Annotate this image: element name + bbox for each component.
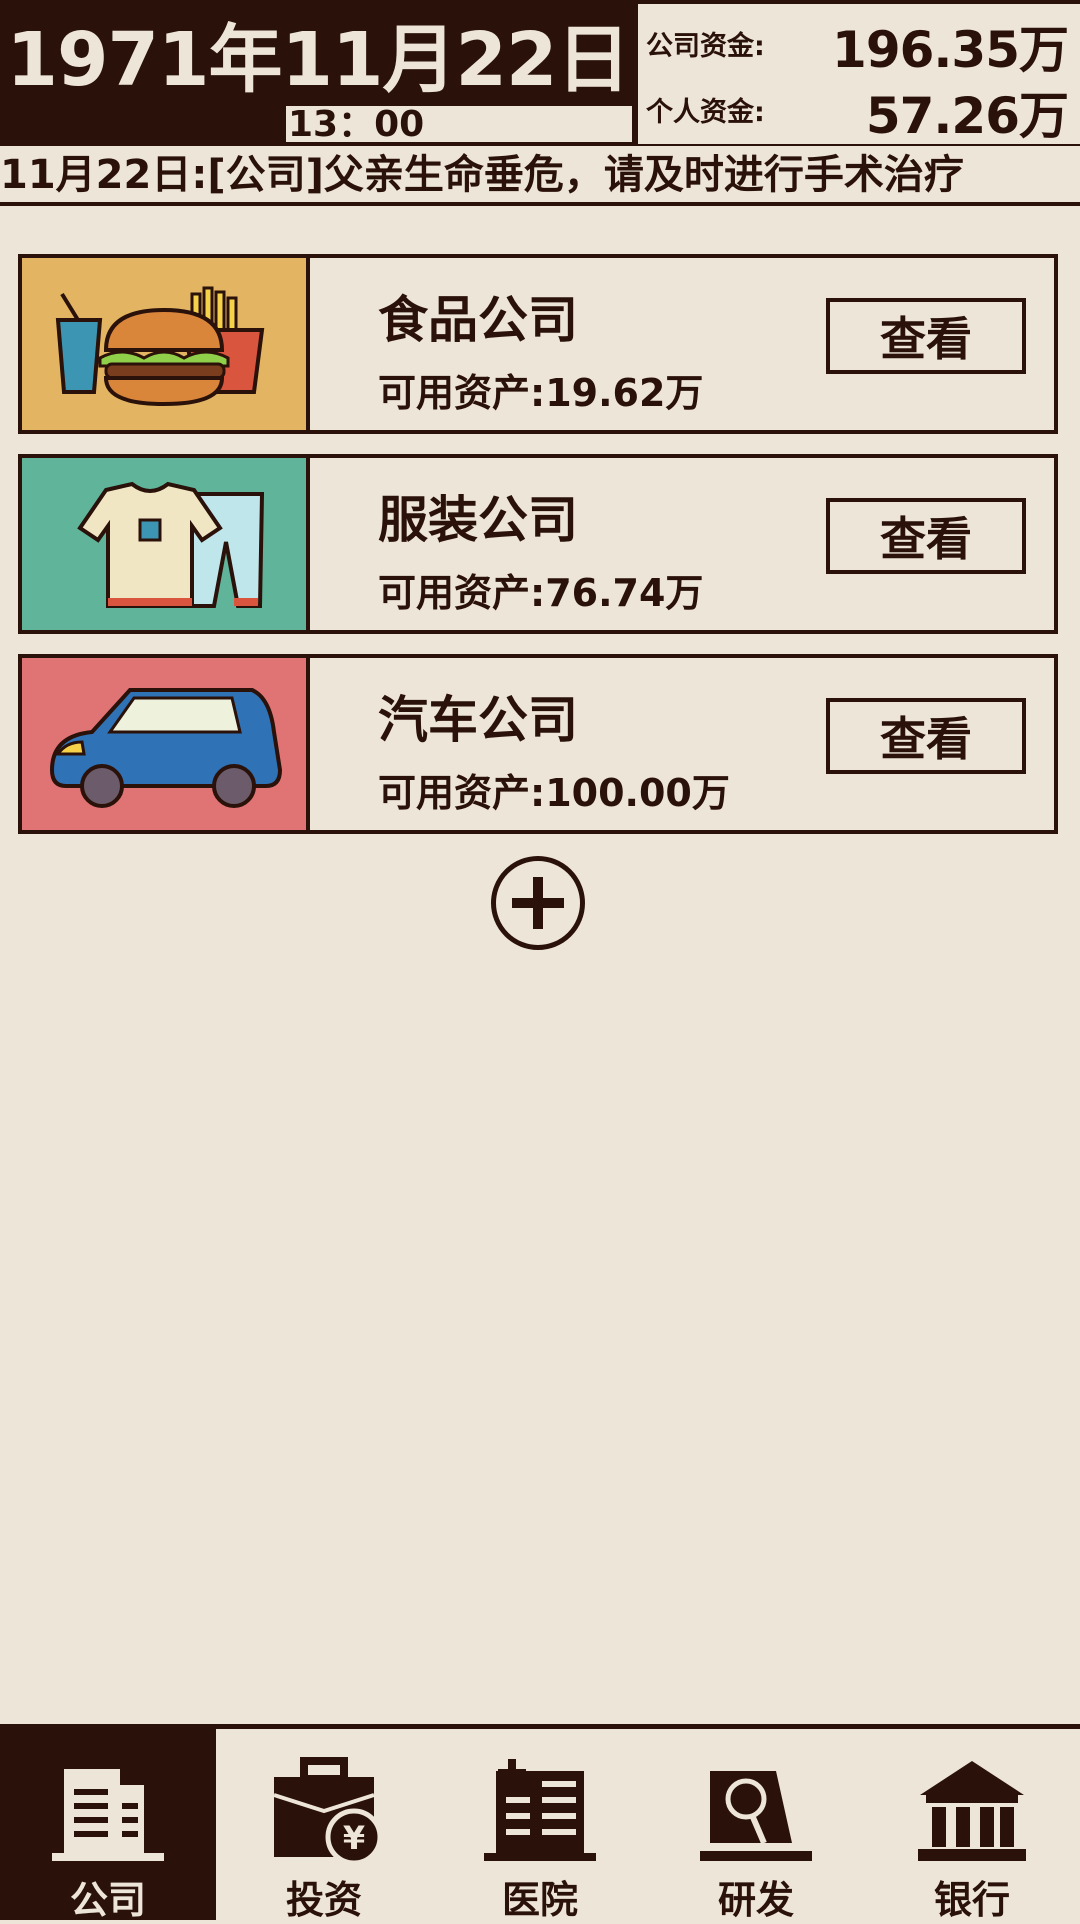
nav-item-hospital[interactable]: 医院 [432,1729,648,1922]
company-assets: 可用资产:19.62万 [378,371,704,415]
svg-text:¥: ¥ [343,1819,365,1857]
clothing-icon [22,458,310,630]
plus-icon [512,877,564,929]
top-status-bar: 1971年11月22日 13：00 公司资金: 196.35万 个人资金: 57… [0,0,1080,146]
nav-label: 公司 [69,1878,146,1922]
nav-item-bank[interactable]: 银行 [864,1729,1080,1922]
game-date: 1971年11月22日 [6,16,631,103]
hospital-icon [480,1757,600,1867]
nav-item-company[interactable]: 公司 [0,1729,216,1922]
personal-funds-value: 57.26万 [865,87,1069,145]
news-ticker[interactable]: 11月22日:[公司]父亲生命垂危，请及时进行手术治疗 [0,146,1080,206]
company-card-clothing: 服装公司 可用资产:76.74万 查看 [18,454,1058,634]
food-icon [22,258,310,430]
bank-icon [912,1757,1032,1867]
nav-label: 医院 [501,1878,578,1922]
personal-funds-label: 个人资金: [646,97,765,128]
company-name: 服装公司 [378,491,578,549]
game-time: 13：00 [286,106,632,144]
view-food-company-button[interactable]: 查看 [826,298,1026,374]
company-card-food: 食品公司 可用资产:19.62万 查看 [18,254,1058,434]
view-clothing-company-button[interactable]: 查看 [826,498,1026,574]
microscope-icon [696,1757,816,1867]
view-car-company-button[interactable]: 查看 [826,698,1026,774]
company-name: 汽车公司 [378,691,578,749]
personal-funds-row: 个人资金: 57.26万 [638,72,1080,145]
funds-panel: 公司资金: 196.35万 个人资金: 57.26万 [638,4,1080,145]
nav-label: 银行 [933,1878,1010,1922]
nav-label: 投资 [285,1878,362,1922]
company-name: 食品公司 [378,291,578,349]
nav-item-invest[interactable]: ¥ 投资 [216,1729,432,1922]
bottom-nav: 公司 ¥ 投资 医院 研发 银行 [0,1724,1080,1922]
company-card-car: 汽车公司 可用资产:100.00万 查看 [18,654,1058,834]
company-list: 食品公司 可用资产:19.62万 查看 服装公司 可用资产:76.74万 查看 [18,254,1058,854]
briefcase-yen-icon: ¥ [264,1757,384,1867]
company-funds-label: 公司资金: [646,31,765,62]
company-assets: 可用资产:76.74万 [378,571,704,615]
car-icon [22,658,310,830]
add-company-button[interactable] [491,856,585,950]
company-assets: 可用资产:100.00万 [378,771,730,815]
building-icon [48,1757,168,1867]
nav-item-research[interactable]: 研发 [648,1729,864,1922]
company-funds-row: 公司资金: 196.35万 [638,6,1080,79]
nav-label: 研发 [717,1878,794,1922]
